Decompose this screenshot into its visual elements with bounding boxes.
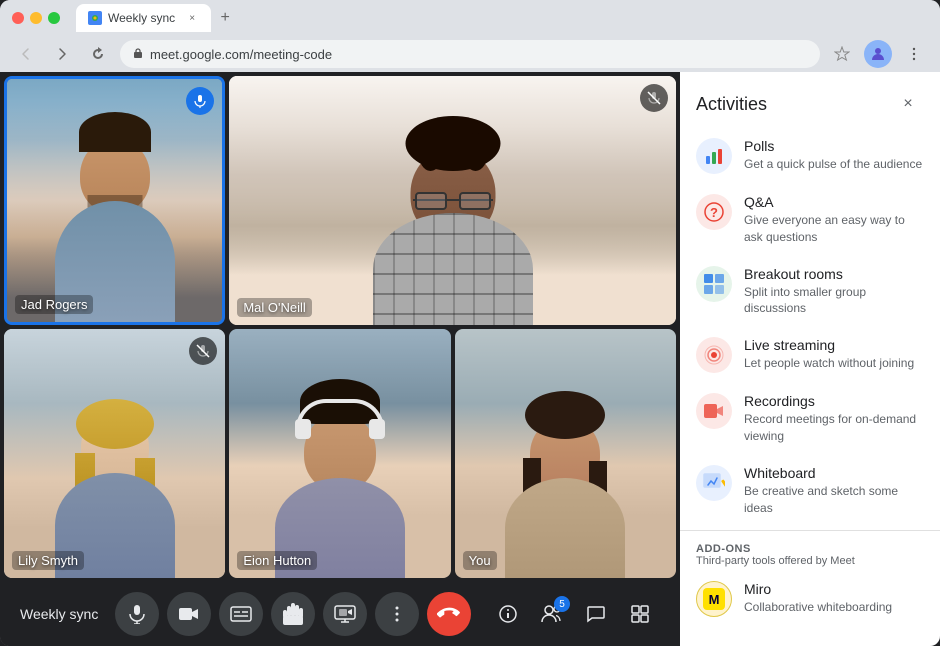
- recordings-text: Recordings Record meetings for on-demand…: [744, 393, 924, 445]
- bookmark-button[interactable]: [828, 40, 856, 68]
- activity-item-polls[interactable]: Polls Get a quick pulse of the audience: [680, 128, 940, 184]
- activities-close-button[interactable]: ×: [892, 88, 924, 120]
- live-text: Live streaming Let people watch without …: [744, 337, 924, 372]
- miro-icon: M: [696, 581, 732, 617]
- video-tile-eion: Eion Hutton: [229, 329, 450, 578]
- video-tile-you: You: [455, 329, 676, 578]
- tab-bar: Weekly sync × +: [76, 4, 928, 32]
- traffic-lights: [12, 12, 60, 24]
- participant-name-mal: Mal O'Neill: [237, 298, 311, 317]
- video-grid: Jad Rogers: [0, 72, 680, 582]
- activities-title: Activities: [696, 94, 767, 115]
- end-call-button[interactable]: [427, 592, 471, 636]
- address-text: meet.google.com/meeting-code: [150, 47, 332, 62]
- activities-panel: Activities × Polls Get a quick pulse of …: [680, 72, 940, 646]
- addons-section: ADD-ONS Third-party tools offered by Mee…: [680, 535, 940, 571]
- activity-item-breakout[interactable]: Breakout rooms Split into smaller group …: [680, 256, 940, 328]
- browser-menu-button[interactable]: [900, 40, 928, 68]
- browser-frame: Weekly sync × + meet.google.com/meeting-…: [0, 0, 940, 646]
- profile-button[interactable]: [864, 40, 892, 68]
- activities-button[interactable]: [620, 594, 660, 634]
- activity-item-whiteboard[interactable]: Whiteboard Be creative and sketch some i…: [680, 455, 940, 527]
- raise-hand-button[interactable]: [271, 592, 315, 636]
- tab-close-button[interactable]: ×: [185, 11, 199, 25]
- people-count-badge: 5: [554, 596, 570, 612]
- video-tile-lily: Lily Smyth: [4, 329, 225, 578]
- tab-title: Weekly sync: [108, 11, 175, 25]
- whiteboard-icon: [696, 465, 732, 501]
- video-tile-jad: Jad Rogers: [4, 76, 225, 325]
- address-input[interactable]: meet.google.com/meeting-code: [120, 40, 820, 68]
- activity-item-recordings[interactable]: Recordings Record meetings for on-demand…: [680, 383, 940, 455]
- addons-label: ADD-ONS: [696, 543, 924, 555]
- minimize-window-button[interactable]: [30, 12, 42, 24]
- participant-name-lily: Lily Smyth: [12, 551, 84, 570]
- participant-name-eion: Eion Hutton: [237, 551, 317, 570]
- polls-text: Polls Get a quick pulse of the audience: [744, 138, 924, 173]
- people-button[interactable]: 5: [532, 594, 572, 634]
- new-tab-button[interactable]: +: [211, 4, 239, 32]
- tab-favicon: [88, 11, 102, 25]
- browser-tab[interactable]: Weekly sync ×: [76, 4, 211, 32]
- refresh-button[interactable]: [84, 40, 112, 68]
- svg-text:?: ?: [710, 205, 718, 220]
- lock-icon: [132, 47, 144, 62]
- miro-text: Miro Collaborative whiteboarding: [744, 581, 924, 616]
- activities-header: Activities ×: [680, 72, 940, 128]
- back-button[interactable]: [12, 40, 40, 68]
- close-window-button[interactable]: [12, 12, 24, 24]
- activity-item-miro[interactable]: M Miro Collaborative whiteboarding: [680, 571, 940, 627]
- toolbar-right: 5: [488, 594, 660, 634]
- addons-divider: [680, 530, 940, 531]
- captions-button[interactable]: [219, 592, 263, 636]
- live-icon: [696, 337, 732, 373]
- qa-text: Q&A Give everyone an easy way to ask que…: [744, 194, 924, 246]
- mic-button[interactable]: [115, 592, 159, 636]
- polls-icon: [696, 138, 732, 174]
- recordings-icon: [696, 393, 732, 429]
- qa-icon: ?: [696, 194, 732, 230]
- maximize-window-button[interactable]: [48, 12, 60, 24]
- addons-desc: Third-party tools offered by Meet: [696, 555, 924, 567]
- meeting-title: Weekly sync: [20, 606, 98, 622]
- svg-text:M: M: [709, 592, 720, 607]
- activity-item-live[interactable]: Live streaming Let people watch without …: [680, 327, 940, 383]
- toolbar-center: [115, 592, 471, 636]
- title-bar: Weekly sync × +: [0, 0, 940, 36]
- video-tile-mal: Mal O'Neill: [229, 76, 676, 325]
- chat-button[interactable]: [576, 594, 616, 634]
- participant-name-you: You: [463, 551, 497, 570]
- present-button[interactable]: [323, 592, 367, 636]
- breakout-icon: [696, 266, 732, 302]
- participant-name-jad: Jad Rogers: [15, 295, 93, 314]
- meet-content: Jad Rogers: [0, 72, 940, 646]
- forward-button[interactable]: [48, 40, 76, 68]
- bottom-toolbar: Weekly sync: [0, 582, 680, 646]
- info-button[interactable]: [488, 594, 528, 634]
- address-bar: meet.google.com/meeting-code: [0, 36, 940, 72]
- whiteboard-text: Whiteboard Be creative and sketch some i…: [744, 465, 924, 517]
- activity-item-qa[interactable]: ? Q&A Give everyone an easy way to ask q…: [680, 184, 940, 256]
- camera-button[interactable]: [167, 592, 211, 636]
- breakout-text: Breakout rooms Split into smaller group …: [744, 266, 924, 318]
- mic-muted-badge-mal: [640, 84, 668, 112]
- more-options-button[interactable]: [375, 592, 419, 636]
